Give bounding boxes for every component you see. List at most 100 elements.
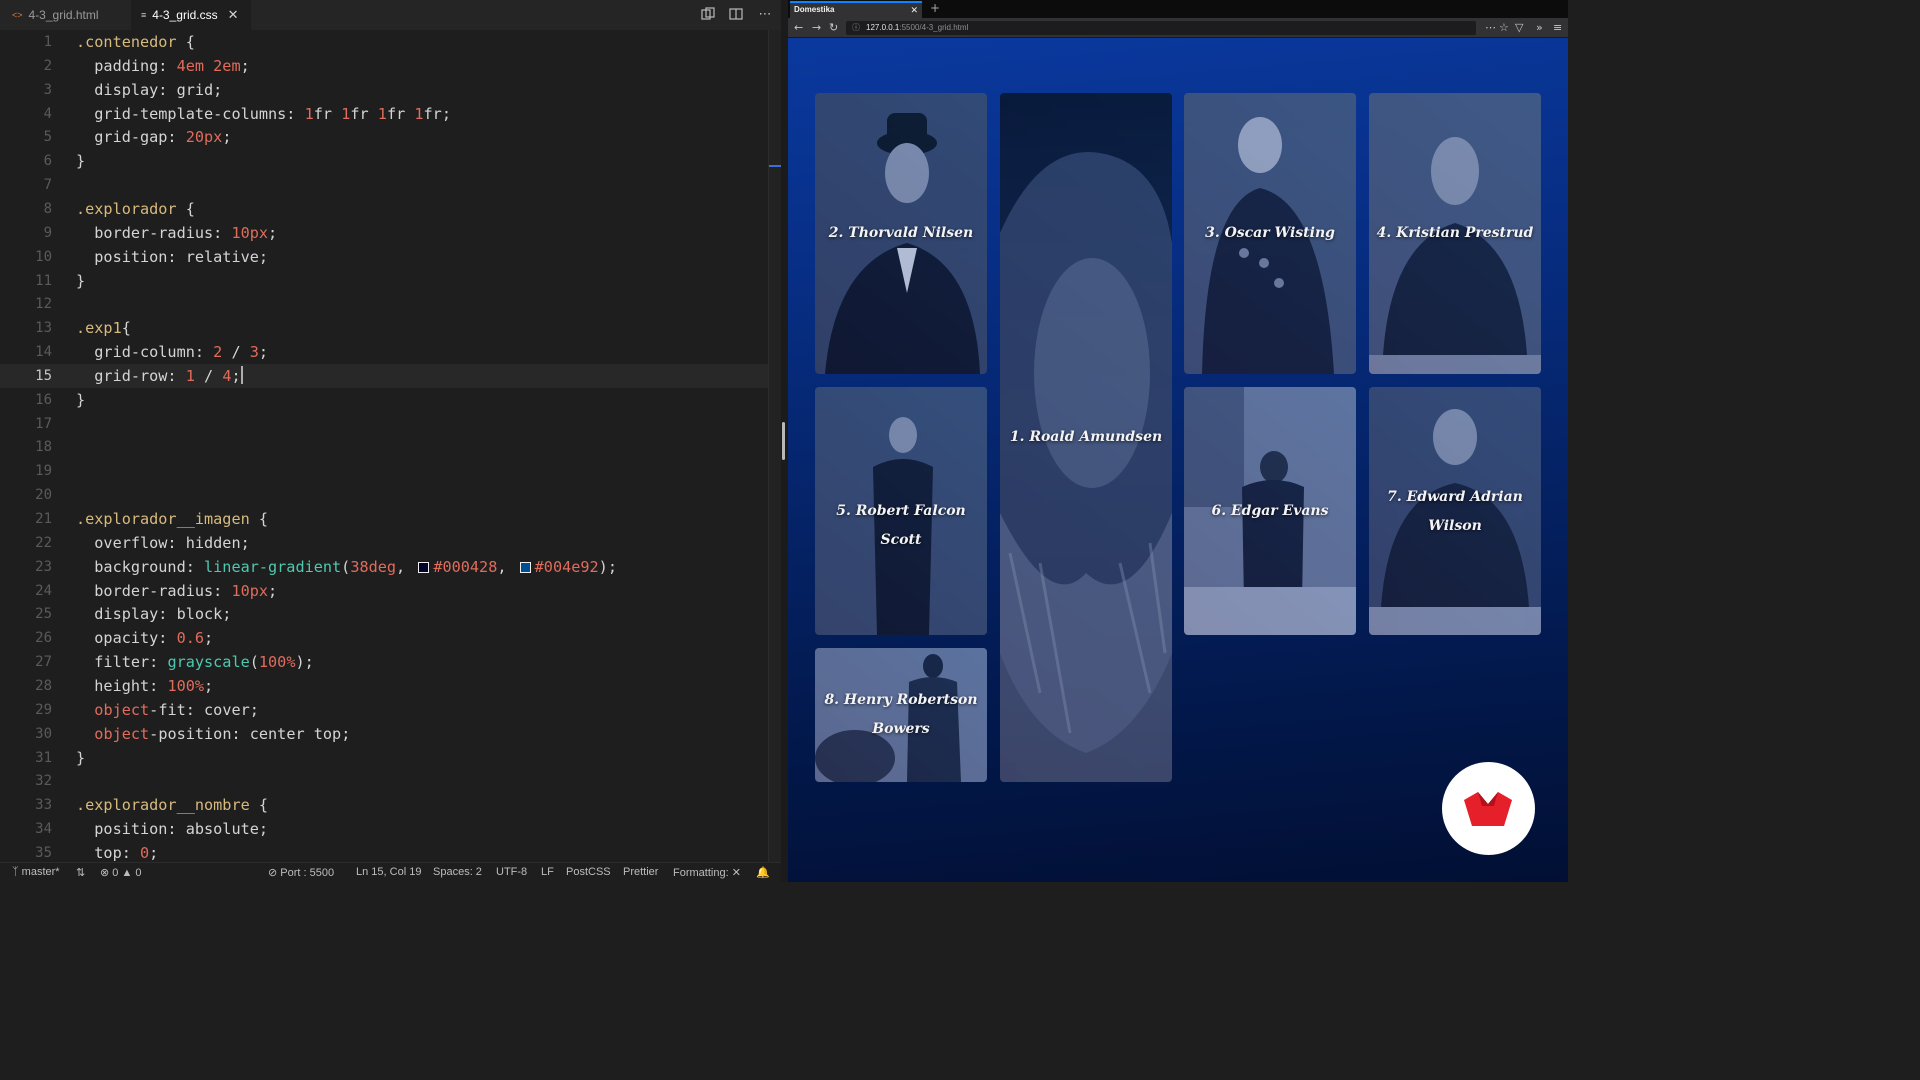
code-line[interactable]: 20 bbox=[0, 483, 768, 507]
code-line[interactable]: 22 overflow: hidden; bbox=[0, 531, 768, 555]
css-file-icon: ≡ bbox=[141, 10, 147, 20]
explorer-card-wisting[interactable]: 3. Oscar Wisting bbox=[1184, 93, 1356, 374]
code-line[interactable]: 23 background: linear-gradient(38deg, #0… bbox=[0, 555, 768, 579]
line-number: 26 bbox=[35, 630, 52, 647]
split-editor-icon[interactable] bbox=[728, 7, 744, 23]
explorer-card-nilsen[interactable]: 2. Thorvald Nilsen bbox=[815, 93, 987, 374]
code-text: object-position: center top; bbox=[94, 724, 351, 743]
code-line[interactable]: 34 position: absolute; bbox=[0, 817, 768, 841]
code-text: position: absolute; bbox=[76, 820, 269, 839]
code-line[interactable]: 3 display: grid; bbox=[0, 78, 768, 102]
line-number: 24 bbox=[35, 582, 52, 599]
browser-tab[interactable]: Domestika ✕ bbox=[790, 1, 922, 18]
line-number: 12 bbox=[35, 296, 52, 313]
encoding[interactable]: UTF-8 bbox=[496, 866, 527, 878]
menu-icon[interactable]: ≡ bbox=[1553, 21, 1562, 35]
line-number: 14 bbox=[35, 344, 52, 361]
sync-icon[interactable]: ⇅ bbox=[76, 866, 85, 879]
pane-resize-handle[interactable] bbox=[782, 422, 785, 460]
code-line[interactable]: 8 .explorador { bbox=[0, 197, 768, 221]
indentation[interactable]: Spaces: 2 bbox=[433, 866, 482, 878]
line-number: 9 bbox=[43, 224, 52, 241]
code-line[interactable]: 28 height: 100%; bbox=[0, 674, 768, 698]
overflow-chevron-icon[interactable]: » bbox=[1536, 21, 1543, 35]
code-line[interactable]: 19 bbox=[0, 459, 768, 483]
close-tab-icon[interactable]: ✕ bbox=[228, 7, 239, 23]
language-mode[interactable]: PostCSS bbox=[566, 866, 611, 878]
line-number: 31 bbox=[35, 749, 52, 766]
code-line[interactable]: 15 grid-row: 1 / 4; bbox=[0, 363, 768, 388]
code-line[interactable]: 16} bbox=[0, 388, 768, 412]
scrollbar-cursor-marker bbox=[769, 165, 781, 167]
line-number: 20 bbox=[35, 487, 52, 504]
code-area[interactable]: 1 .contenedor {2 padding: 4em 2em; 3 displ… bbox=[0, 30, 768, 862]
explorer-card-amundsen[interactable]: 1. Roald Amundsen bbox=[1000, 93, 1172, 782]
code-line[interactable]: 18 bbox=[0, 435, 768, 459]
page-actions-icon[interactable]: ⋯ bbox=[1485, 21, 1496, 35]
end-of-line[interactable]: LF bbox=[541, 866, 554, 878]
code-line[interactable]: 7 bbox=[0, 173, 768, 197]
browser-window: Domestika ✕ + ← → ↻ ⓘ 127.0.0.1:5500/4-3… bbox=[788, 0, 1568, 882]
new-tab-icon[interactable]: + bbox=[930, 1, 940, 16]
code-line[interactable]: 11} bbox=[0, 269, 768, 293]
code-line[interactable]: 30 object-position: center top; bbox=[0, 722, 768, 746]
explorer-card-scott[interactable]: 5. Robert Falcon Scott bbox=[815, 387, 987, 635]
code-line[interactable]: 5 grid-gap: 20px; bbox=[0, 125, 768, 149]
code-text: .explorador__nombre { bbox=[76, 796, 269, 815]
back-icon[interactable]: ← bbox=[794, 21, 803, 35]
tab-label: 4-3_grid.html bbox=[28, 8, 99, 22]
code-line[interactable]: 10 position: relative; bbox=[0, 245, 768, 269]
explorer-card-evans[interactable]: 6. Edgar Evans bbox=[1184, 387, 1356, 635]
pocket-icon[interactable]: ▽ bbox=[1515, 21, 1523, 35]
code-text: filter: grayscale(100%); bbox=[76, 653, 314, 672]
git-branch[interactable]: ᛉ master* bbox=[12, 866, 60, 878]
browser-tab-bar: Domestika ✕ + bbox=[788, 0, 1568, 18]
problems-indicator[interactable]: ⊗ 0 ▲ 0 bbox=[100, 866, 142, 879]
code-line[interactable]: 21 .explorador__imagen { bbox=[0, 507, 768, 531]
line-number: 25 bbox=[35, 606, 52, 623]
code-line[interactable]: 13 .exp1{ bbox=[0, 316, 768, 340]
reload-icon[interactable]: ↻ bbox=[829, 21, 838, 35]
code-line[interactable]: 9 border-radius: 10px; bbox=[0, 221, 768, 245]
code-text: height: 100%; bbox=[76, 676, 214, 695]
explorer-card-bowers[interactable]: 8. Henry Robertson Bowers bbox=[815, 648, 987, 782]
code-line[interactable]: 1 .contenedor { bbox=[0, 30, 768, 54]
editor-scrollbar[interactable] bbox=[768, 30, 781, 862]
explorer-card-wilson[interactable]: 7. Edward Adrian Wilson bbox=[1369, 387, 1541, 635]
open-changes-icon[interactable] bbox=[700, 7, 716, 23]
code-line[interactable]: 12 bbox=[0, 292, 768, 316]
line-number: 3 bbox=[43, 81, 52, 98]
line-number: 32 bbox=[35, 773, 52, 790]
code-line[interactable]: 31} bbox=[0, 746, 768, 770]
code-line[interactable]: 33 .explorador__nombre { bbox=[0, 793, 768, 817]
close-tab-icon[interactable]: ✕ bbox=[910, 3, 918, 17]
code-line[interactable]: 17 bbox=[0, 412, 768, 436]
tab-html-file[interactable]: <> 4-3_grid.html bbox=[12, 0, 130, 30]
code-line[interactable]: 14 grid-column: 2 / 3; bbox=[0, 340, 768, 364]
explorer-card-prestrud[interactable]: 4. Kristian Prestrud bbox=[1369, 93, 1541, 374]
bookmark-star-icon[interactable]: ☆ bbox=[1499, 21, 1509, 35]
code-line[interactable]: 27 filter: grayscale(100%); bbox=[0, 650, 768, 674]
code-text: border-radius: 10px; bbox=[76, 223, 278, 242]
notifications-bell-icon[interactable]: 🔔 bbox=[756, 866, 770, 879]
more-actions-icon[interactable]: ⋯ bbox=[757, 7, 773, 23]
address-bar[interactable]: ⓘ 127.0.0.1:5500/4-3_grid.html bbox=[846, 21, 1476, 35]
formatter[interactable]: Prettier bbox=[623, 866, 658, 878]
formatting-status[interactable]: Formatting: ✕ bbox=[673, 866, 741, 879]
live-server-port[interactable]: ⊘ Port : 5500 bbox=[268, 866, 334, 879]
code-line[interactable]: 29 object-fit: cover; bbox=[0, 698, 768, 722]
code-line[interactable]: 6} bbox=[0, 149, 768, 173]
forward-icon[interactable]: → bbox=[812, 21, 821, 35]
cursor-position[interactable]: Ln 15, Col 19 bbox=[356, 866, 421, 878]
site-info-icon[interactable]: ⓘ bbox=[852, 21, 860, 35]
code-line[interactable]: 24 border-radius: 10px; bbox=[0, 579, 768, 603]
code-line[interactable]: 32 bbox=[0, 769, 768, 793]
color-swatch[interactable] bbox=[418, 561, 430, 573]
code-text: } bbox=[76, 152, 86, 171]
tab-css-file[interactable]: ≡ 4-3_grid.css ✕ bbox=[131, 0, 251, 30]
code-line[interactable]: 26 opacity: 0.6; bbox=[0, 626, 768, 650]
color-swatch[interactable] bbox=[519, 561, 531, 573]
code-line[interactable]: 2 padding: 4em 2em; bbox=[0, 54, 768, 78]
code-line[interactable]: 25 display: block; bbox=[0, 602, 768, 626]
code-line[interactable]: 4 grid-template-columns: 1fr 1fr 1fr 1fr… bbox=[0, 102, 768, 126]
